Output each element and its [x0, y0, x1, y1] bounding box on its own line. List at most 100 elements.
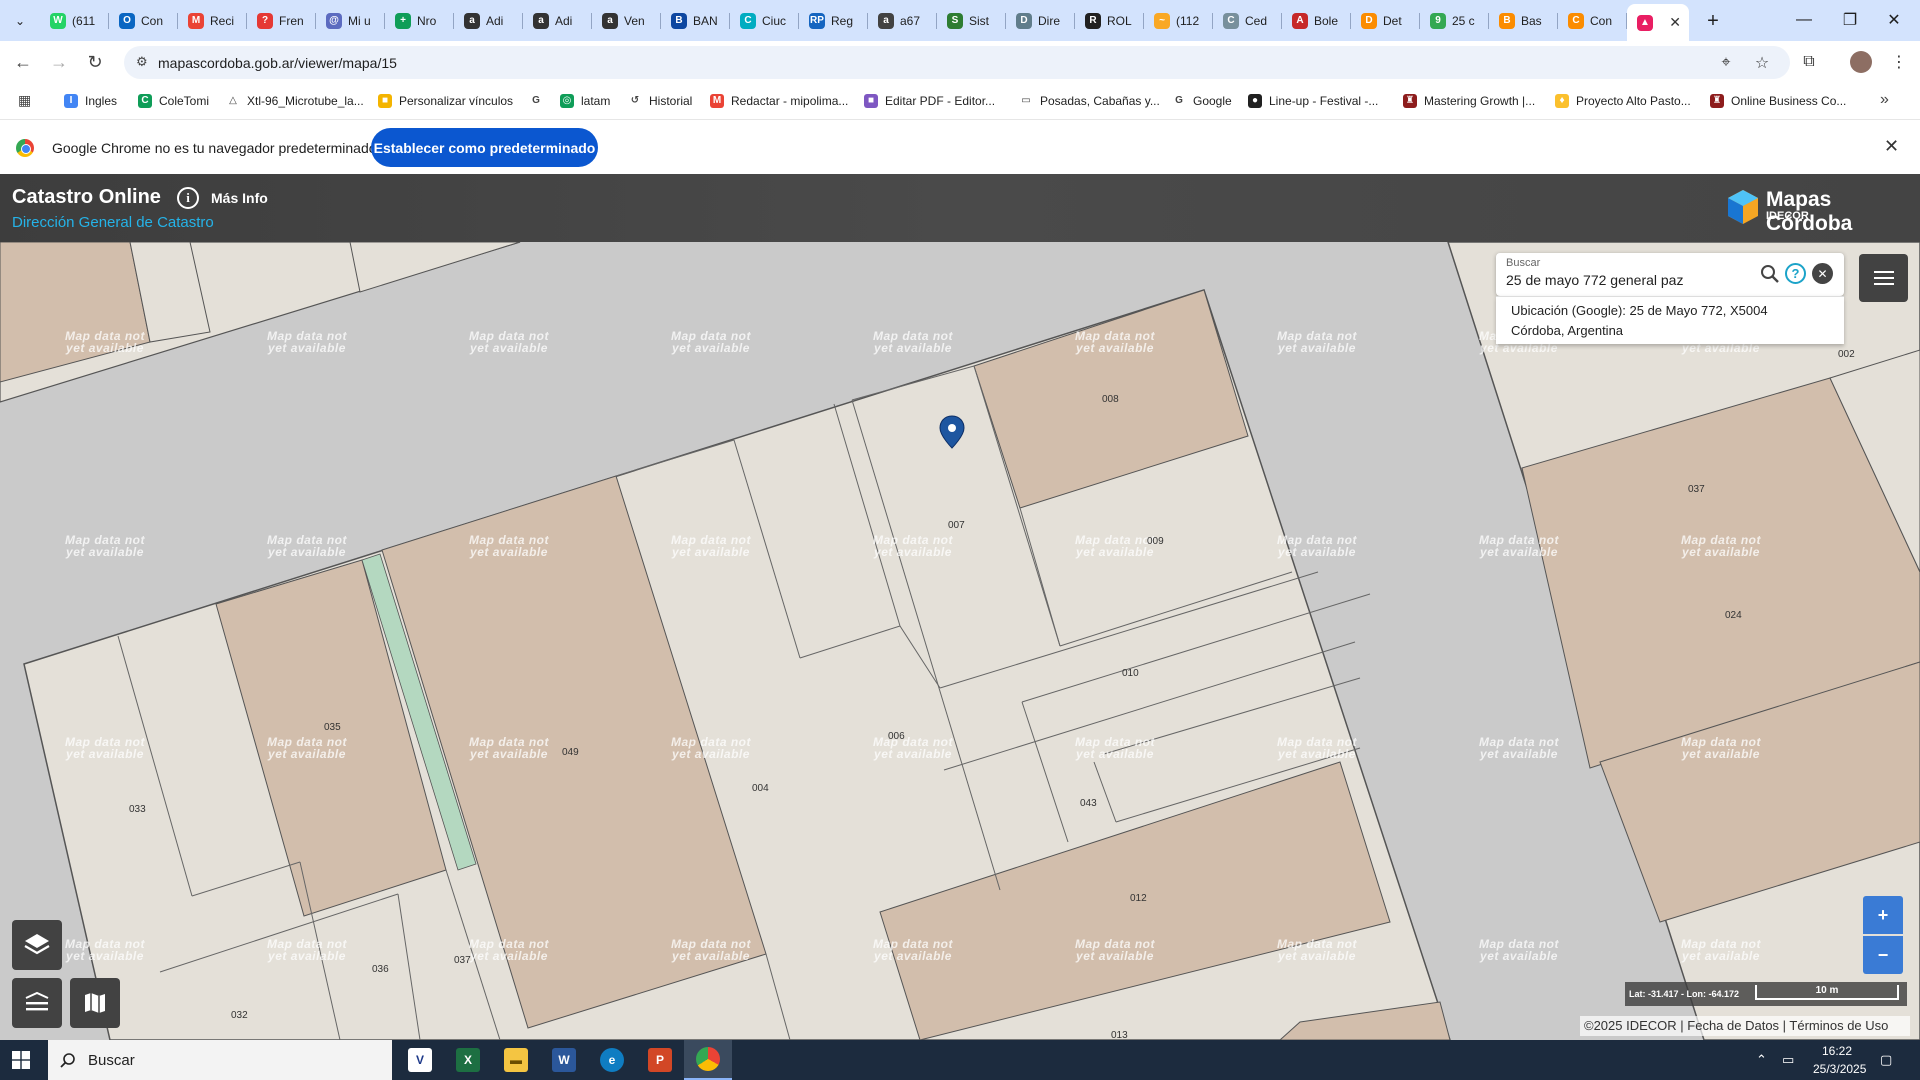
parcel-number[interactable]: 007	[948, 520, 965, 531]
bookmark-item[interactable]: ♦ Proyecto Alto Pasto...	[1555, 91, 1691, 111]
browser-tab[interactable]: R ROL	[1075, 4, 1144, 37]
parcel-number[interactable]: 006	[888, 731, 905, 742]
browser-tab[interactable]: + Nro	[385, 4, 454, 37]
browser-tab[interactable]: B Bas	[1489, 4, 1558, 37]
browser-tab[interactable]: a Adi	[523, 4, 592, 37]
browser-tab[interactable]: 9 25 c	[1420, 4, 1489, 37]
close-window-icon[interactable]: ✕	[1876, 6, 1912, 34]
windows-start-icon[interactable]	[12, 1051, 30, 1069]
legend-button[interactable]	[12, 978, 62, 1028]
forward-arrow-icon[interactable]: →	[46, 49, 72, 75]
map-attribution[interactable]: ©2025 IDECOR | Fecha de Datos | Términos…	[1580, 1016, 1910, 1036]
tray-network-icon[interactable]: ▭	[1782, 1040, 1794, 1080]
browser-tab[interactable]: @ Mi u	[316, 4, 385, 37]
parcel-number[interactable]: 009	[1147, 536, 1164, 547]
bookmark-item[interactable]: ↺ Historial	[628, 91, 692, 111]
help-question-icon[interactable]: ?	[1785, 263, 1806, 284]
taskbar-app-vs[interactable]: V	[396, 1040, 444, 1080]
search-icon[interactable]	[1760, 264, 1780, 284]
apps-grid-icon[interactable]: ▦	[18, 92, 34, 108]
site-info-tune-icon[interactable]: ⚙	[136, 54, 152, 70]
bookmarks-overflow-chevron-icon[interactable]: »	[1880, 91, 1889, 109]
taskbar-app-explorer[interactable]: ▬	[492, 1040, 540, 1080]
bookmark-item[interactable]: ■ Editar PDF - Editor...	[864, 91, 995, 111]
taskbar-search-box[interactable]: Buscar	[48, 1040, 392, 1080]
parcel-number[interactable]: 008	[1102, 394, 1119, 405]
clear-search-close-icon[interactable]: ✕	[1812, 263, 1833, 284]
browser-tab[interactable]: ~ (112	[1144, 4, 1213, 37]
parcel-number[interactable]: 032	[231, 1010, 248, 1021]
bookmark-item[interactable]: G	[529, 91, 550, 111]
info-circle-icon[interactable]: i	[177, 187, 199, 209]
parcel-number[interactable]: 004	[752, 783, 769, 794]
address-bar[interactable]: ⚙ mapascordoba.gob.ar/viewer/mapa/15 ⌖ ☆	[124, 46, 1790, 79]
bookmark-item[interactable]: G Google	[1172, 91, 1232, 111]
parcel-number[interactable]: 035	[324, 722, 341, 733]
bookmark-item[interactable]: I Ingles	[64, 91, 117, 111]
browser-tab[interactable]: C Ced	[1213, 4, 1282, 37]
browser-tab[interactable]: B BAN	[661, 4, 730, 37]
map-canvas[interactable]	[0, 242, 1920, 1040]
bookmark-item[interactable]: C ColeTomi	[138, 91, 209, 111]
bookmark-item[interactable]: M Redactar - mipolima...	[710, 91, 848, 111]
parcel-number[interactable]: 033	[129, 804, 146, 815]
zoom-out-button[interactable]: −	[1863, 936, 1903, 974]
profile-avatar[interactable]	[1850, 51, 1872, 73]
bookmark-item[interactable]: ◎ latam	[560, 91, 610, 111]
reload-icon[interactable]: ↻	[82, 49, 108, 75]
taskbar-app-chrome[interactable]	[684, 1040, 732, 1080]
back-arrow-icon[interactable]: ←	[10, 49, 36, 75]
main-menu-button[interactable]	[1859, 254, 1908, 302]
location-pin-icon[interactable]: ⌖	[1716, 53, 1736, 73]
clock-time[interactable]: 16:22	[1822, 1044, 1852, 1058]
minimize-window-icon[interactable]: —	[1786, 6, 1822, 34]
parcel-number[interactable]: 012	[1130, 893, 1147, 904]
search-box[interactable]: Buscar ? ✕	[1496, 253, 1844, 296]
parcel-number[interactable]: 013	[1111, 1030, 1128, 1040]
bookmark-item[interactable]: ● Line-up - Festival -...	[1248, 91, 1378, 111]
infobar-close-icon[interactable]: ✕	[1884, 136, 1899, 157]
basemap-button[interactable]	[70, 978, 120, 1028]
browser-tab[interactable]: C Con	[1558, 4, 1627, 37]
taskbar-app-excel[interactable]: X	[444, 1040, 492, 1080]
tab-close-icon[interactable]: ✕	[1669, 14, 1681, 31]
search-input[interactable]	[1506, 272, 1756, 288]
bookmark-item[interactable]: ♜ Online Business Co...	[1710, 91, 1846, 111]
parcel-number[interactable]: 037	[1688, 484, 1705, 495]
taskbar-app-word[interactable]: W	[540, 1040, 588, 1080]
browser-tab[interactable]: a Ven	[592, 4, 661, 37]
cadastral-map[interactable]: Map data not yet available Map data not yet…	[0, 242, 1920, 1040]
browser-tab[interactable]: ? Fren	[247, 4, 316, 37]
parcel-number[interactable]: 024	[1725, 610, 1742, 621]
parcel-number[interactable]: 043	[1080, 798, 1097, 809]
clock-date[interactable]: 25/3/2025	[1813, 1062, 1866, 1076]
notifications-icon[interactable]: ▢	[1880, 1040, 1892, 1080]
browser-tab[interactable]: O Con	[109, 4, 178, 37]
taskbar-app-edge[interactable]: e	[588, 1040, 636, 1080]
tray-chevron-up-icon[interactable]: ⌃	[1756, 1040, 1767, 1080]
url-text[interactable]: mapascordoba.gob.ar/viewer/mapa/15	[158, 55, 397, 71]
parcel-number[interactable]: 002	[1838, 349, 1855, 360]
parcel-number[interactable]: 037	[454, 955, 471, 966]
browser-tab[interactable]: W (611	[40, 4, 109, 37]
search-result-item[interactable]: Ubicación (Google): 25 de Mayo 772, X500…	[1496, 296, 1844, 344]
parcel-number[interactable]: 049	[562, 747, 579, 758]
more-info-link[interactable]: Más Info	[211, 190, 268, 206]
browser-tab[interactable]: C Ciuc	[730, 4, 799, 37]
extensions-puzzle-icon[interactable]: ⧉	[1798, 51, 1820, 73]
bookmark-star-icon[interactable]: ☆	[1752, 53, 1772, 73]
bookmark-item[interactable]: ■ Personalizar vínculos	[378, 91, 513, 111]
zoom-in-button[interactable]: +	[1863, 896, 1903, 934]
bookmark-item[interactable]: △ Xtl-96_Microtube_la...	[226, 91, 364, 111]
browser-tab[interactable]: RP Reg	[799, 4, 868, 37]
browser-tab[interactable]: a Adi	[454, 4, 523, 37]
browser-menu-kebab-icon[interactable]: ⋮	[1888, 51, 1910, 73]
browser-tab[interactable]: M Reci	[178, 4, 247, 37]
parcel-number[interactable]: 010	[1122, 668, 1139, 679]
new-tab-plus-icon[interactable]: +	[1700, 8, 1726, 34]
layers-button[interactable]	[12, 920, 62, 970]
bookmark-item[interactable]: ♜ Mastering Growth |...	[1403, 91, 1535, 111]
bookmark-item[interactable]: ▭ Posadas, Cabañas y...	[1019, 91, 1160, 111]
browser-tab[interactable]: D Det	[1351, 4, 1420, 37]
set-default-browser-button[interactable]: Establecer como predeterminado	[371, 128, 598, 167]
